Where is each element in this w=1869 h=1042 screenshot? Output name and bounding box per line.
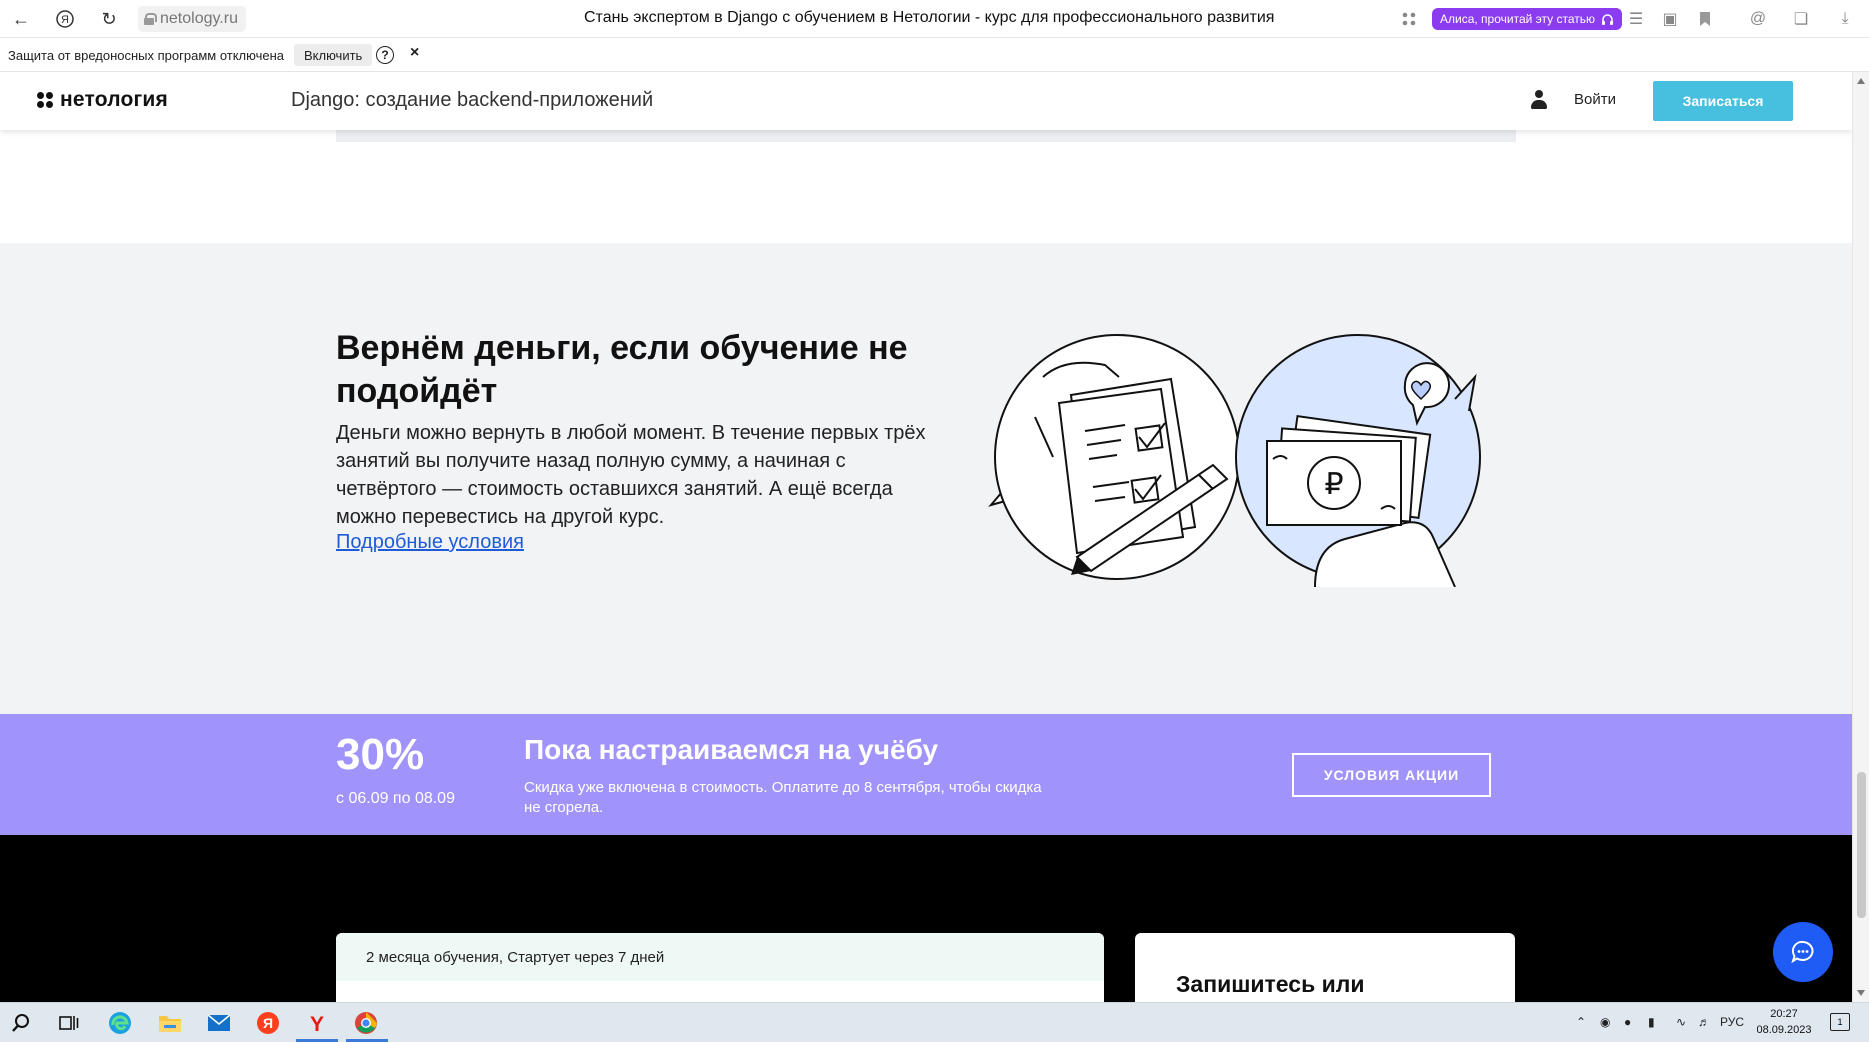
apps-grid-icon[interactable] bbox=[1398, 8, 1420, 30]
netology-logo[interactable]: нетология bbox=[37, 88, 168, 112]
site-header: нетология Django: создание backend-прило… bbox=[0, 72, 1852, 130]
refund-illustration: ₽ bbox=[988, 334, 1481, 587]
browser-toolbar: ← Я ↻ netology.ru Стань экспертом в Djan… bbox=[0, 0, 1869, 38]
refund-title: Вернём деньги, если обучение не подойдёт bbox=[336, 329, 908, 410]
clock-date: 08.09.2023 bbox=[1756, 1024, 1812, 1036]
page-scrollbar[interactable] bbox=[1852, 72, 1869, 1002]
notification-center-icon[interactable]: 1 bbox=[1830, 1013, 1850, 1031]
battery-icon[interactable]: ▮ bbox=[1648, 1015, 1655, 1029]
address-bar[interactable]: netology.ru bbox=[138, 6, 246, 32]
windows-taskbar: Я Y ⌃ ◉ ● ▮ ∿ ♬ РУС 20:27 08.09.2023 1 bbox=[0, 1002, 1869, 1042]
refund-conditions-link[interactable]: Подробные условия bbox=[336, 531, 524, 554]
scroll-down-icon[interactable] bbox=[1857, 990, 1865, 996]
protection-message: Защита от вредоносных программ отключена bbox=[8, 48, 285, 63]
clock-time: 20:27 bbox=[1770, 1008, 1798, 1020]
mail-icon[interactable] bbox=[206, 1010, 232, 1036]
enable-protection-button[interactable]: Включить bbox=[294, 44, 373, 66]
course-title: Django: создание backend-приложений bbox=[291, 89, 654, 111]
protection-warning-bar: Защита от вредоносных программ отключена… bbox=[0, 38, 1869, 72]
logo-mark-icon bbox=[37, 92, 53, 108]
logo-text: нетология bbox=[60, 88, 168, 111]
course-info-card: 2 месяца обучения, Стартует через 7 дней bbox=[336, 933, 1104, 1002]
chat-button[interactable] bbox=[1773, 922, 1833, 982]
chrome-icon[interactable] bbox=[353, 1010, 379, 1036]
file-explorer-icon[interactable] bbox=[157, 1010, 183, 1036]
promo-banner: 30% с 06.09 по 08.09 Пока настраиваемся … bbox=[0, 714, 1852, 835]
screen: ← Я ↻ netology.ru Стань экспертом в Djan… bbox=[0, 0, 1869, 1042]
extensions-icon[interactable]: ▣ bbox=[1659, 8, 1681, 30]
signup-button[interactable]: Записаться bbox=[1653, 81, 1793, 121]
promo-percent: 30% bbox=[336, 730, 425, 779]
enroll-section: 2 месяца обучения, Стартует через 7 дней… bbox=[0, 835, 1852, 1002]
at-sign-icon[interactable]: @ bbox=[1747, 8, 1769, 30]
yandex-browser-icon[interactable]: Y bbox=[304, 1010, 330, 1036]
system-clock[interactable]: 20:27 08.09.2023 bbox=[1755, 1006, 1813, 1038]
tray-expand-icon[interactable]: ⌃ bbox=[1576, 1015, 1586, 1029]
yandex-icon[interactable]: Я bbox=[52, 6, 78, 32]
microphone-icon[interactable]: ● bbox=[1624, 1015, 1631, 1029]
alisa-read-button[interactable]: Алиса, прочитай эту статью bbox=[1432, 8, 1623, 30]
svg-text:Я: Я bbox=[61, 14, 69, 26]
promo-dates: с 06.09 по 08.09 bbox=[336, 790, 455, 807]
webcam-icon[interactable]: ◉ bbox=[1600, 1015, 1610, 1029]
alisa-label: Алиса, прочитай эту статью bbox=[1440, 12, 1596, 26]
login-link[interactable]: Войти bbox=[1574, 91, 1616, 108]
reload-icon[interactable]: ↻ bbox=[96, 6, 122, 32]
svg-text:Я: Я bbox=[263, 1015, 273, 1031]
scroll-up-icon[interactable] bbox=[1857, 78, 1865, 84]
promo-title: Пока настраиваемся на учёбу bbox=[524, 734, 939, 765]
previous-section-edge bbox=[336, 130, 1516, 142]
course-meta: 2 месяца обучения, Стартует через 7 дней bbox=[366, 949, 665, 966]
collections-icon[interactable]: ❏ bbox=[1790, 8, 1812, 30]
search-icon[interactable] bbox=[8, 1010, 34, 1036]
promo-subtitle: Скидка уже включена в стоимость. Оплатит… bbox=[524, 779, 1042, 816]
language-indicator[interactable]: РУС bbox=[1720, 1015, 1744, 1029]
user-icon[interactable] bbox=[1531, 90, 1547, 110]
enroll-form-card: Запишитесь или bbox=[1135, 933, 1515, 1002]
svg-text:₽: ₽ bbox=[1324, 468, 1343, 501]
yandex-app-icon[interactable]: Я bbox=[255, 1010, 281, 1036]
notification-count: 1 bbox=[1837, 1017, 1843, 1027]
refund-text: Деньги можно вернуть в любой момент. В т… bbox=[336, 422, 926, 528]
promo-conditions-button[interactable]: УСЛОВИЯ АКЦИИ bbox=[1292, 753, 1491, 797]
url-text: netology.ru bbox=[160, 10, 238, 27]
wifi-icon[interactable]: ∿ bbox=[1676, 1015, 1686, 1029]
chat-bubble-icon bbox=[1791, 940, 1814, 964]
page-viewport: нетология Django: создание backend-прило… bbox=[0, 72, 1852, 1002]
reader-icon[interactable]: ☰ bbox=[1625, 8, 1647, 30]
close-icon[interactable]: × bbox=[410, 44, 419, 62]
tab-title: Стань экспертом в Django с обучением в Н… bbox=[584, 9, 1275, 26]
volume-icon[interactable]: ♬ bbox=[1698, 1015, 1710, 1029]
help-icon[interactable]: ? bbox=[376, 46, 394, 64]
svg-text:Y: Y bbox=[310, 1013, 324, 1034]
refund-section: Вернём деньги, если обучение не подойдёт… bbox=[0, 243, 1852, 714]
scroll-thumb[interactable] bbox=[1857, 772, 1866, 918]
lock-icon bbox=[144, 13, 157, 25]
bookmark-icon[interactable] bbox=[1694, 8, 1716, 30]
headphones-icon bbox=[1602, 13, 1614, 25]
enroll-cta-title: Запишитесь или bbox=[1176, 971, 1365, 997]
task-view-icon[interactable] bbox=[56, 1010, 82, 1036]
edge-icon[interactable] bbox=[107, 1010, 133, 1036]
back-arrow-icon[interactable]: ← bbox=[8, 6, 34, 32]
download-icon[interactable]: ⤓ bbox=[1834, 8, 1856, 30]
